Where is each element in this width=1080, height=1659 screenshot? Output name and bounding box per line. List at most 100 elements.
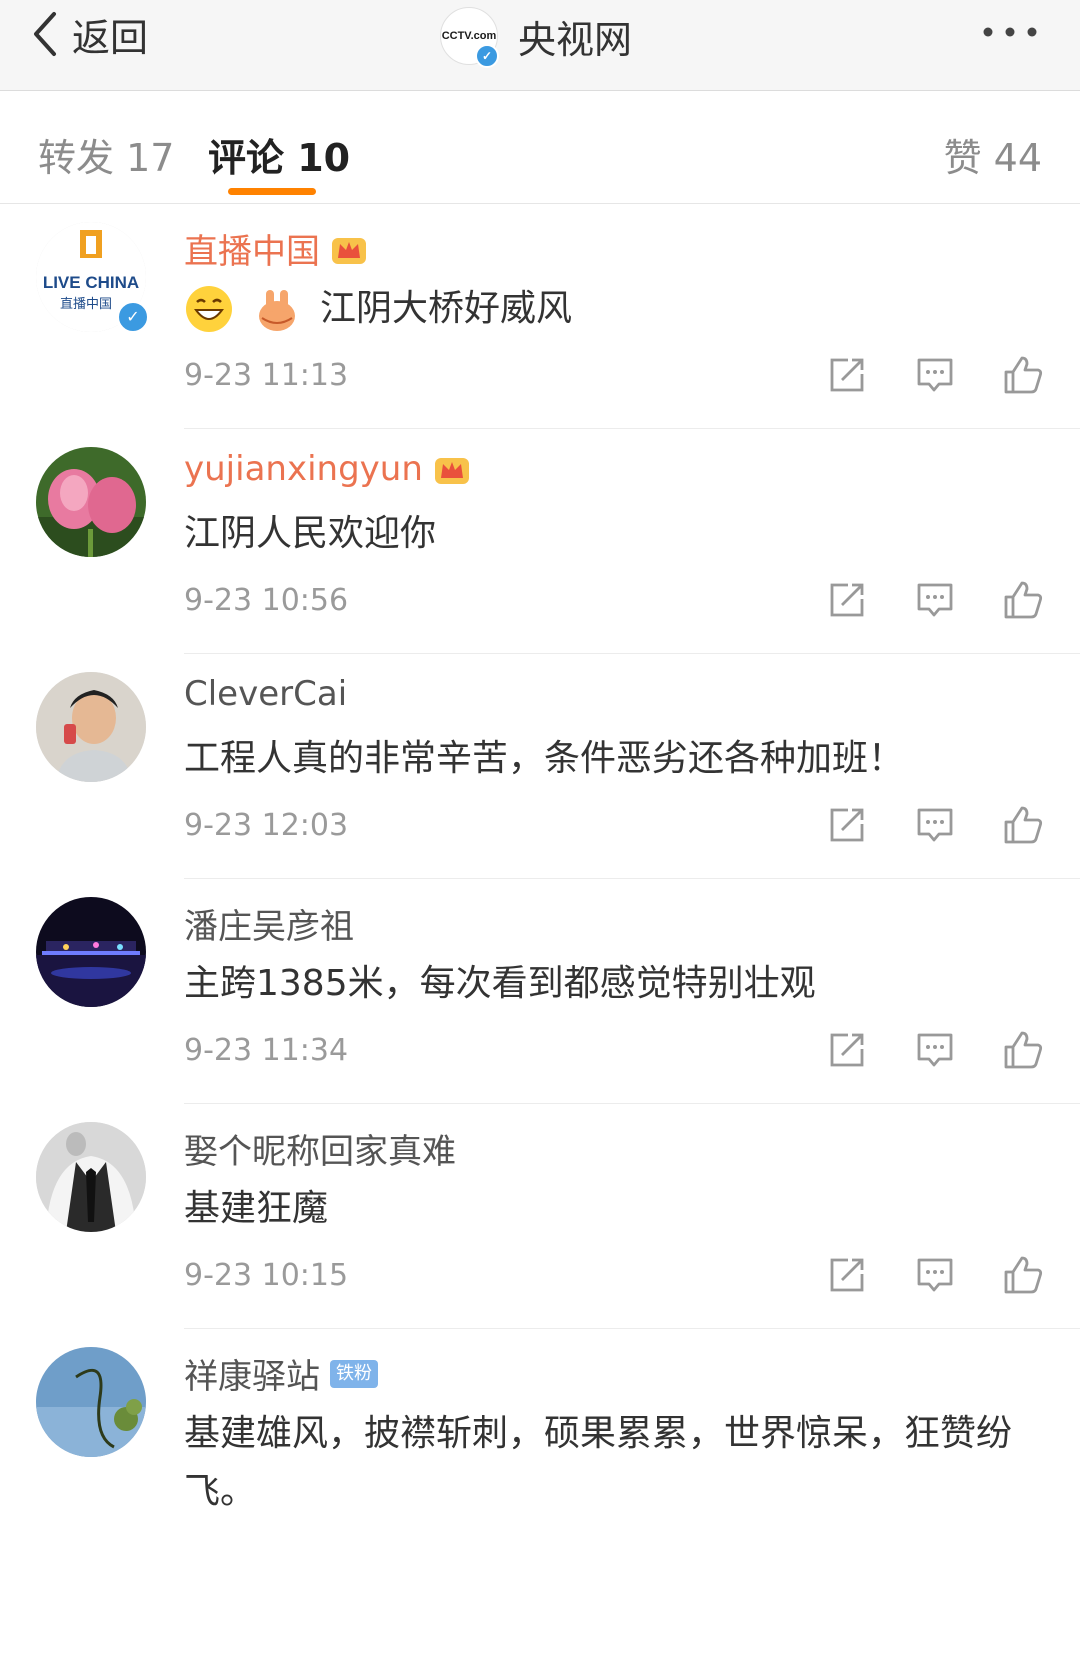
active-tab-indicator	[228, 188, 316, 195]
avatar[interactable]	[36, 897, 146, 1007]
reply-icon	[917, 358, 953, 392]
repost-icon	[830, 358, 864, 392]
account-logo: CCTV.com ✓	[440, 7, 499, 68]
comment-text: 工程人真的非常辛苦，条件恶劣还各种加班！	[184, 738, 905, 779]
suit-avatar-image	[36, 1122, 146, 1232]
username[interactable]: 祥康驿站 铁粉	[184, 1349, 378, 1398]
repost-button[interactable]	[826, 1254, 868, 1296]
verified-icon: ✓	[116, 300, 150, 334]
comment-time: 9-23 10:15	[184, 1258, 349, 1293]
like-button[interactable]	[1002, 354, 1044, 396]
grin-emoji-icon	[186, 286, 232, 332]
comment-list: LIVE CHINA 直播中国 ✓ 直播中国 江阴大桥好威风 9-23 11:1…	[0, 204, 1080, 1659]
tab-comment[interactable]: 评论 10	[208, 127, 350, 182]
like-button[interactable]	[1002, 579, 1044, 621]
logo-title: LIVE CHINA	[43, 273, 139, 292]
avatar[interactable]	[36, 672, 146, 782]
comment-actions	[780, 354, 1044, 396]
tab-like[interactable]: 赞 44	[944, 127, 1042, 182]
more-button[interactable]	[980, 22, 1044, 42]
comment-actions	[780, 1029, 1044, 1071]
reply-icon	[917, 583, 953, 617]
username-text: 娶个昵称回家真难	[184, 1132, 456, 1172]
username-text: 直播中国	[184, 232, 320, 272]
like-button[interactable]	[1002, 1029, 1044, 1071]
fan-badge: 铁粉	[330, 1359, 378, 1388]
comment-text: 基建雄风，披襟斩刺，硕果累累，世界惊呆，狂赞纷飞。	[184, 1413, 1013, 1512]
comment-item: CleverCai 工程人真的非常辛苦，条件恶劣还各种加班！ 9-23 12:0…	[0, 654, 1080, 879]
username[interactable]: 娶个昵称回家真难	[184, 1124, 456, 1173]
back-button[interactable]: 返回	[30, 10, 148, 60]
repost-button[interactable]	[826, 354, 868, 396]
back-label: 返回	[72, 15, 149, 60]
tab-bar: 转发 17 评论 10 赞 44	[0, 91, 1080, 204]
reply-button[interactable]	[914, 804, 956, 846]
reply-icon	[917, 808, 953, 842]
comment-time: 9-23 11:34	[184, 1033, 349, 1068]
like-button[interactable]	[1002, 1254, 1044, 1296]
tab-repost[interactable]: 转发 17	[38, 127, 174, 182]
crown-icon	[434, 458, 469, 484]
reply-button[interactable]	[914, 354, 956, 396]
username-text: CleverCai	[184, 674, 348, 714]
comment-time: 9-23 10:56	[184, 583, 349, 618]
comment-actions	[780, 1254, 1044, 1296]
account-header[interactable]: CCTV.com ✓ 央视网	[440, 0, 632, 72]
repost-icon	[830, 808, 864, 842]
person-avatar-image	[36, 672, 146, 782]
reply-icon	[917, 1033, 953, 1067]
username-text: 祥康驿站	[184, 1357, 320, 1397]
night-scene-avatar-image	[36, 897, 146, 1007]
comment-actions	[780, 579, 1044, 621]
crown-icon	[332, 237, 366, 264]
logo-text: CCTV.com	[441, 30, 497, 42]
comment-text: 主跨1385米，每次看到都感觉特别壮观	[184, 963, 816, 1004]
verified-icon: ✓	[475, 44, 499, 68]
reply-button[interactable]	[914, 579, 956, 621]
comment-time: 9-23 11:13	[184, 358, 349, 393]
like-icon	[1004, 1256, 1043, 1294]
comment-text-row: 江阴大桥好威风	[184, 280, 1054, 338]
top-nav-bar: 返回 CCTV.com ✓ 央视网	[0, 0, 1080, 91]
like-button[interactable]	[1002, 804, 1044, 846]
like-icon	[1004, 806, 1043, 844]
comment-time: 9-23 12:03	[184, 808, 349, 843]
comment-text: 江阴人民欢迎你	[184, 513, 437, 554]
reply-button[interactable]	[914, 1254, 956, 1296]
comment-item: 祥康驿站 铁粉 基建雄风，披襟斩刺，硕果累累，世界惊呆，狂赞纷飞。	[0, 1329, 1080, 1659]
lotus-avatar-image	[36, 447, 146, 557]
like-icon	[1004, 356, 1043, 394]
sky-avatar-image	[36, 1347, 146, 1457]
repost-icon	[830, 1258, 864, 1292]
repost-icon	[830, 583, 864, 617]
username[interactable]: CleverCai	[184, 674, 347, 714]
logo-subtitle: 直播中国	[60, 297, 112, 312]
comment-text: 基建狂魔	[184, 1188, 329, 1229]
repost-icon	[830, 1033, 864, 1067]
username-text: 潘庄吴彦祖	[184, 907, 354, 947]
victory-hand-icon	[259, 290, 295, 331]
comment-item: 潘庄吴彦祖 主跨1385米，每次看到都感觉特别壮观 9-23 11:34	[0, 879, 1080, 1104]
comment-item: yujianxingyun 江阴人民欢迎你 9-23 10:56	[0, 429, 1080, 654]
repost-button[interactable]	[826, 579, 868, 621]
avatar[interactable]	[36, 1347, 146, 1457]
more-icon	[983, 27, 1037, 37]
username[interactable]: yujianxingyun	[184, 449, 471, 489]
account-name: 央视网	[518, 17, 633, 62]
comment-text: 江阴大桥好威风	[320, 288, 573, 329]
username[interactable]: 直播中国	[184, 224, 368, 273]
username[interactable]: 潘庄吴彦祖	[184, 899, 354, 948]
comment-item: 娶个昵称回家真难 基建狂魔 9-23 10:15	[0, 1104, 1080, 1329]
like-icon	[1004, 581, 1043, 619]
username-text: yujianxingyun	[184, 449, 423, 489]
reply-button[interactable]	[914, 1029, 956, 1071]
repost-button[interactable]	[826, 1029, 868, 1071]
repost-button[interactable]	[826, 804, 868, 846]
like-icon	[1004, 1031, 1043, 1069]
back-chevron-icon	[34, 12, 56, 56]
comment-item: LIVE CHINA 直播中国 ✓ 直播中国 江阴大桥好威风 9-23 11:1…	[0, 204, 1080, 429]
reply-icon	[917, 1258, 953, 1292]
avatar[interactable]	[36, 1122, 146, 1232]
comment-actions	[780, 804, 1044, 846]
avatar[interactable]	[36, 447, 146, 557]
